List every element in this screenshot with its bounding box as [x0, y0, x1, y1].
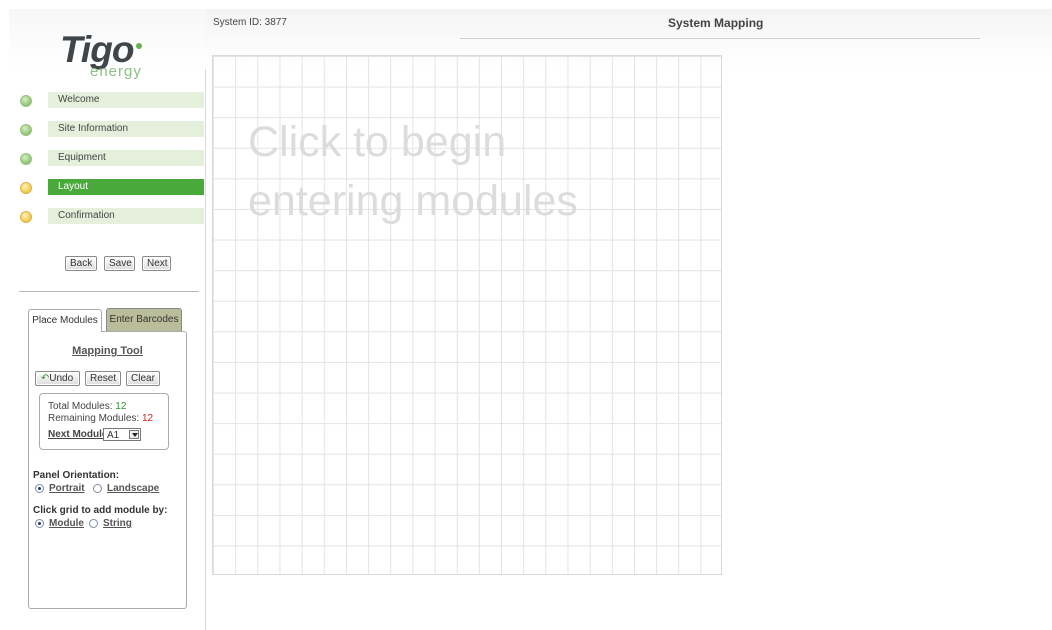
nav-item-site-information[interactable]: Site Information [9, 121, 205, 137]
nav-item-label[interactable]: Layout [48, 179, 204, 195]
module-radio[interactable] [35, 519, 44, 528]
mapping-tool-title[interactable]: Mapping Tool [29, 345, 186, 357]
system-id: System ID: 3877 [213, 17, 287, 28]
remaining-modules: Remaining Modules: 12 [48, 413, 153, 424]
portrait-label[interactable]: Portrait [49, 483, 85, 494]
next-button[interactable]: Next [142, 256, 171, 271]
string-radio[interactable] [89, 519, 98, 528]
chevron-down-icon[interactable] [129, 430, 139, 439]
logo-dot-icon [136, 43, 142, 49]
undo-button[interactable]: ↶Undo [35, 371, 80, 386]
nav-item-welcome[interactable]: Welcome [9, 92, 205, 108]
status-complete-icon [20, 124, 32, 136]
tigo-energy-logo: Tigo energy [60, 29, 160, 83]
title-divider [460, 38, 980, 39]
status-complete-icon [20, 95, 32, 107]
status-pending-icon [20, 182, 32, 194]
next-module-value: A1 [107, 430, 120, 441]
next-module-label: Next Module [48, 429, 108, 440]
panel-orientation-label: Panel Orientation: [33, 470, 120, 481]
back-button[interactable]: Back [65, 256, 97, 271]
logo-subtitle: energy [90, 63, 142, 80]
landscape-radio[interactable] [93, 484, 102, 493]
total-modules-value: 12 [115, 401, 127, 412]
remaining-modules-value: 12 [141, 413, 154, 424]
nav-item-label[interactable]: Confirmation [48, 208, 204, 224]
clear-button[interactable]: Clear [126, 371, 160, 386]
tab-enter-barcodes[interactable]: Enter Barcodes [106, 308, 182, 332]
landscape-label[interactable]: Landscape [107, 483, 159, 494]
nav-item-label[interactable]: Equipment [48, 150, 204, 166]
page-title: System Mapping [668, 16, 764, 30]
portrait-radio[interactable] [35, 484, 44, 493]
add-by-label: Click grid to add module by: [33, 505, 168, 516]
nav-item-layout[interactable]: Layout [9, 179, 205, 195]
module-label[interactable]: Module [49, 518, 84, 529]
nav-item-equipment[interactable]: Equipment [9, 150, 205, 166]
tab-place-modules[interactable]: Place Modules [28, 309, 102, 332]
next-module-select[interactable]: A1 [103, 428, 141, 441]
nav-item-label[interactable]: Site Information [48, 121, 204, 137]
next-module-row: Next Module: [48, 429, 110, 440]
reset-button[interactable]: Reset [85, 371, 121, 386]
module-grid[interactable] [212, 55, 722, 575]
status-pending-icon [20, 211, 32, 223]
sidebar: Tigo energy Welcome Site Information Equ… [9, 9, 206, 630]
total-modules: Total Modules: 12 [48, 401, 126, 412]
remaining-modules-label: Remaining Modules: [48, 413, 142, 424]
module-stats-box: Total Modules: 12 Remaining Modules: 12 … [39, 393, 169, 450]
nav-item-confirmation[interactable]: Confirmation [9, 208, 205, 224]
sidebar-divider [19, 291, 199, 292]
undo-label: Undo [49, 373, 74, 384]
save-button[interactable]: Save [104, 256, 135, 271]
string-label[interactable]: String [103, 518, 132, 529]
nav-item-label[interactable]: Welcome [48, 92, 204, 108]
mapping-tool-panel: Mapping Tool ↶Undo Reset Clear Total Mod… [28, 331, 187, 609]
total-modules-label: Total Modules: [48, 401, 116, 412]
status-complete-icon [20, 153, 32, 165]
undo-icon: ↶ [40, 373, 50, 384]
